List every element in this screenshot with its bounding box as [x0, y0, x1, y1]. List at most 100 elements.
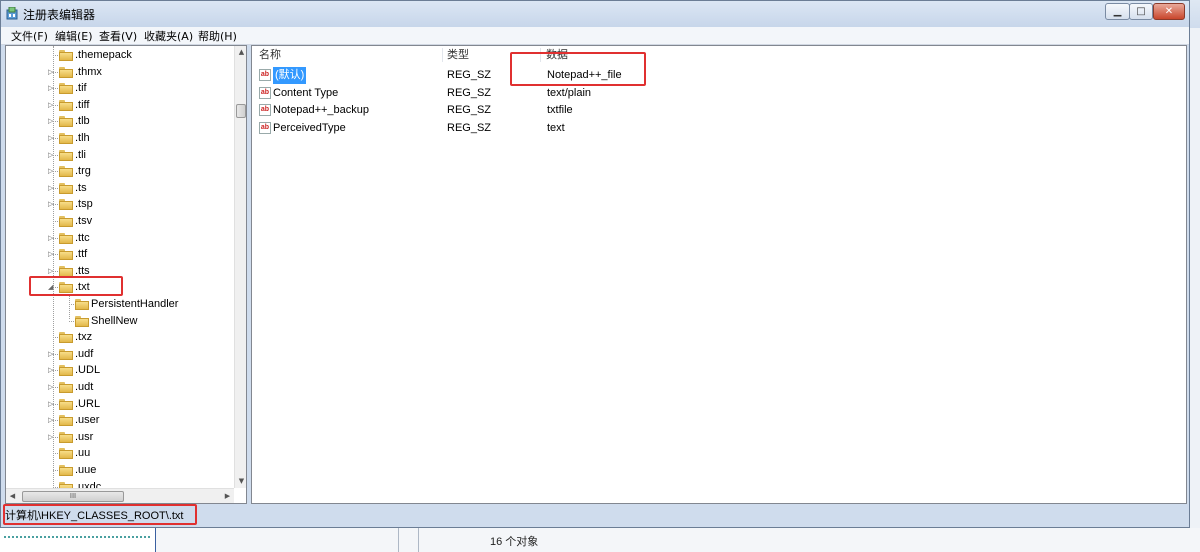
folder-icon	[59, 448, 73, 460]
expand-arrow-icon[interactable]: ▷	[48, 97, 56, 113]
close-button[interactable]: ✕	[1153, 3, 1185, 20]
tree-item[interactable]: ▷ .ttc	[6, 230, 232, 246]
scrollbar-thumb[interactable]	[236, 104, 246, 118]
values-list[interactable]: 名称 类型 数据 ab (默认) REG_SZ Notepad++_file ab Con…	[251, 45, 1187, 504]
tree-item-label: .ttc	[75, 231, 90, 244]
scroll-left-icon[interactable]: ◀	[6, 489, 19, 503]
tree-guide-line	[53, 453, 58, 455]
menu-bar: 文件(F) 编辑(E) 查看(V) 收藏夹(A) 帮助(H)	[1, 27, 1189, 45]
tree-item[interactable]: ▷ .ts	[6, 180, 232, 196]
value-row[interactable]: ab PerceivedType REG_SZ text	[257, 120, 1177, 137]
title-bar[interactable]: 注册表编辑器 ▁ □ ✕	[1, 1, 1189, 27]
tree-horizontal-scrollbar[interactable]: ◀ III ▶	[6, 488, 234, 503]
tree-vertical-scrollbar[interactable]: ▲ ▼	[234, 46, 246, 488]
minimize-button[interactable]: ▁	[1105, 3, 1130, 20]
scroll-up-icon[interactable]: ▲	[235, 46, 246, 59]
tree-item[interactable]: ▷ .tli	[6, 147, 232, 163]
menu-view[interactable]: 查看(V)	[97, 28, 139, 44]
scrollbar-thumb[interactable]: III	[22, 491, 124, 502]
background-dotted-line	[4, 536, 150, 538]
value-row[interactable]: ab Notepad++_backup REG_SZ txtfile	[257, 102, 1177, 119]
expand-arrow-icon[interactable]: ▷	[48, 246, 56, 262]
menu-edit[interactable]: 编辑(E)	[53, 28, 95, 44]
tree-item[interactable]: ▷ .tsp	[6, 196, 232, 212]
tree-item[interactable]: ▷ .thmx	[6, 64, 232, 80]
expand-arrow-icon[interactable]: ▷	[48, 147, 56, 163]
column-header-type[interactable]: 类型	[447, 47, 469, 63]
menu-file[interactable]: 文件(F)	[9, 28, 50, 44]
expand-arrow-icon[interactable]: ▷	[48, 429, 56, 445]
folder-icon	[75, 299, 89, 310]
expand-arrow-icon[interactable]: ▷	[48, 196, 56, 212]
menu-favorites[interactable]: 收藏夹(A)	[142, 28, 195, 44]
tree-item[interactable]: .tsv	[6, 213, 232, 229]
folder-icon	[59, 83, 73, 95]
tree-item[interactable]: PersistentHandler	[6, 296, 232, 312]
tree-item-label: .tli	[75, 148, 86, 161]
ab-string-icon: ab	[259, 121, 271, 134]
folder-icon	[59, 182, 73, 194]
background-left-panel	[0, 528, 156, 552]
folder-icon	[59, 365, 73, 377]
tree-item[interactable]: .themepack	[6, 47, 232, 63]
value-row[interactable]: ab Content Type REG_SZ text/plain	[257, 85, 1177, 102]
column-header-name[interactable]: 名称	[259, 47, 281, 63]
folder-icon	[75, 315, 89, 327]
folder-icon	[59, 431, 73, 443]
tree-item[interactable]: ▷ .usr	[6, 429, 232, 445]
expand-arrow-icon[interactable]: ▷	[48, 80, 56, 96]
value-type: REG_SZ	[447, 86, 492, 99]
tree-item[interactable]: .txz	[6, 329, 232, 345]
expand-arrow-icon[interactable]: ▷	[48, 113, 56, 129]
value-name: (默认)	[273, 67, 307, 84]
folder-icon	[59, 216, 73, 227]
tree-item-label: .usr	[75, 430, 94, 443]
registry-tree[interactable]: .themepack ▷ .thmx ▷ .tif ▷ .tiff ▷ .tlb ▷ .tlh ▷ .t…	[5, 45, 247, 504]
expand-arrow-icon[interactable]: ▷	[48, 130, 56, 146]
tree-item[interactable]: ▷ .ttf	[6, 246, 232, 262]
expand-arrow-icon[interactable]: ▷	[48, 180, 56, 196]
expand-arrow-icon[interactable]: ▷	[48, 64, 56, 80]
background-separator	[418, 528, 419, 552]
expand-arrow-icon[interactable]: ▷	[48, 163, 56, 179]
tree-item[interactable]: ▷ .tif	[6, 80, 232, 96]
expand-arrow-icon[interactable]: ▷	[48, 412, 56, 428]
tree-item[interactable]: ▷ .tlb	[6, 113, 232, 129]
folder-icon	[59, 199, 73, 211]
folder-icon	[59, 166, 73, 178]
maximize-button[interactable]: □	[1129, 3, 1153, 20]
tree-item[interactable]: ShellNew	[6, 313, 232, 329]
value-name: Notepad++_backup	[273, 104, 370, 116]
background-separator	[398, 528, 399, 552]
folder-icon	[59, 149, 73, 161]
tree-item[interactable]: ▷ .udt	[6, 379, 232, 395]
tree-item[interactable]: ▷ .tiff	[6, 97, 232, 113]
object-count-label: 16 个对象	[490, 536, 539, 548]
tree-item[interactable]: .uu	[6, 445, 232, 461]
value-data: txtfile	[547, 104, 573, 116]
ab-string-icon: ab	[259, 86, 271, 99]
expand-arrow-icon[interactable]: ▷	[48, 396, 56, 412]
highlight-box-txt-key	[29, 276, 123, 296]
tree-item[interactable]: ▷ .trg	[6, 163, 232, 179]
column-separator[interactable]	[442, 48, 443, 62]
tree-item[interactable]: ▷ .user	[6, 412, 232, 428]
folder-icon	[59, 415, 73, 427]
value-row[interactable]: ab (默认) REG_SZ Notepad++_file	[257, 67, 1177, 84]
expand-arrow-icon[interactable]: ▷	[48, 362, 56, 378]
tree-guide-line	[53, 221, 58, 222]
tree-item[interactable]: ▷ .UDL	[6, 362, 232, 378]
menu-help[interactable]: 帮助(H)	[196, 28, 239, 44]
expand-arrow-icon[interactable]: ▷	[48, 230, 56, 246]
scroll-down-icon[interactable]: ▼	[235, 475, 246, 488]
tree-item[interactable]: ▷ .udf	[6, 346, 232, 362]
folder-icon	[59, 232, 73, 244]
tree-item[interactable]: ▷ .URL	[6, 396, 232, 412]
scroll-right-icon[interactable]: ▶	[221, 489, 234, 503]
expand-arrow-icon[interactable]: ▷	[48, 346, 56, 362]
tree-item[interactable]: .uue	[6, 462, 232, 478]
ab-string-icon: ab	[259, 69, 271, 81]
expand-arrow-icon[interactable]: ▷	[48, 379, 56, 395]
tree-item-label: .tsv	[75, 215, 93, 227]
tree-item[interactable]: ▷ .tlh	[6, 130, 232, 146]
